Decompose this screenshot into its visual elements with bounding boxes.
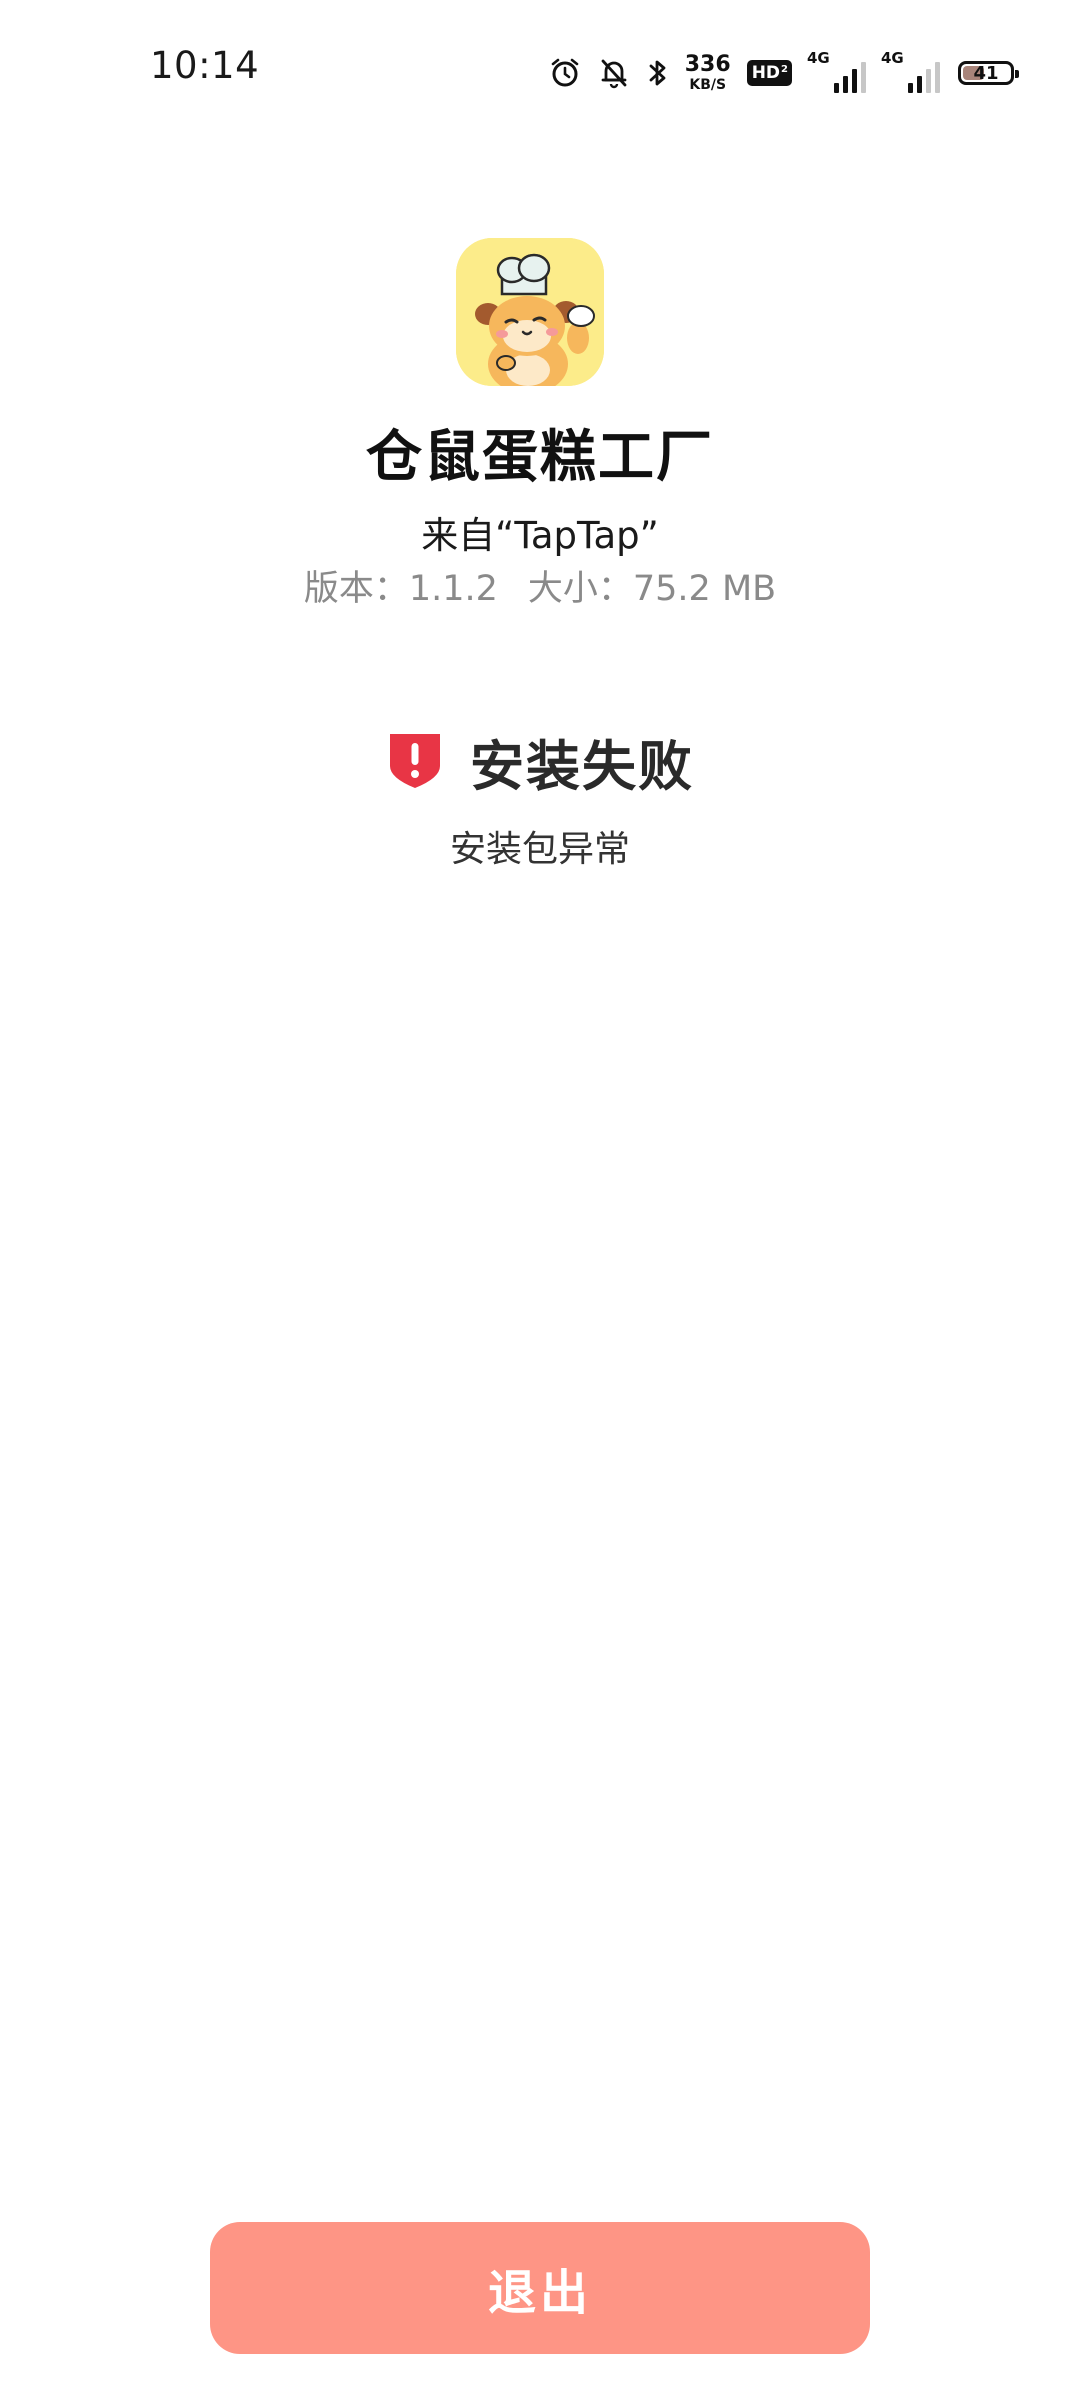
sim1-network-type: 4G xyxy=(807,49,830,67)
app-name: 仓鼠蛋糕工厂 xyxy=(366,425,714,490)
sim2-network-type: 4G xyxy=(881,49,904,67)
battery-level: 41 xyxy=(973,63,999,84)
network-speed-value: 336 xyxy=(684,52,731,77)
app-size: 大小：75.2 MB xyxy=(527,569,777,609)
install-result-screen: 10:14 336 KB/S HD 2 4G 4G 41 仓鼠蛋糕工厂 来自“T… xyxy=(0,0,1080,2400)
hd-label: HD xyxy=(751,63,781,83)
sim2-signal-icon: 4G xyxy=(881,49,940,93)
hd-voice-badge: HD 2 xyxy=(746,60,792,86)
shield-alert-icon xyxy=(386,730,444,794)
alarm-icon xyxy=(549,57,581,89)
app-meta: 版本：1.1.2 大小：75.2 MB xyxy=(0,560,1080,611)
network-speed: 336 KB/S xyxy=(684,52,731,93)
status-bar: 10:14 336 KB/S HD 2 4G 4G 41 xyxy=(0,0,1080,140)
hamster-chef-app-icon xyxy=(456,238,604,386)
battery-icon: 41 xyxy=(958,61,1019,85)
app-source: 来自“TapTap” xyxy=(421,514,659,557)
status-time: 10:14 xyxy=(150,44,260,87)
bluetooth-icon xyxy=(647,57,669,89)
result-description: 安装包异常 xyxy=(449,829,630,870)
exit-button[interactable]: 退出 xyxy=(210,2222,870,2354)
hd-sub: 2 xyxy=(781,64,788,75)
sim1-signal-icon: 4G xyxy=(807,49,866,93)
result-title: 安装失败 xyxy=(470,735,694,798)
mute-bell-icon xyxy=(599,57,629,89)
install-result: 安装失败 xyxy=(0,722,1080,801)
network-speed-unit: KB/S xyxy=(689,77,727,93)
app-version: 版本：1.1.2 xyxy=(303,569,498,609)
status-icons: 336 KB/S HD 2 4G 4G 41 xyxy=(531,49,1019,96)
